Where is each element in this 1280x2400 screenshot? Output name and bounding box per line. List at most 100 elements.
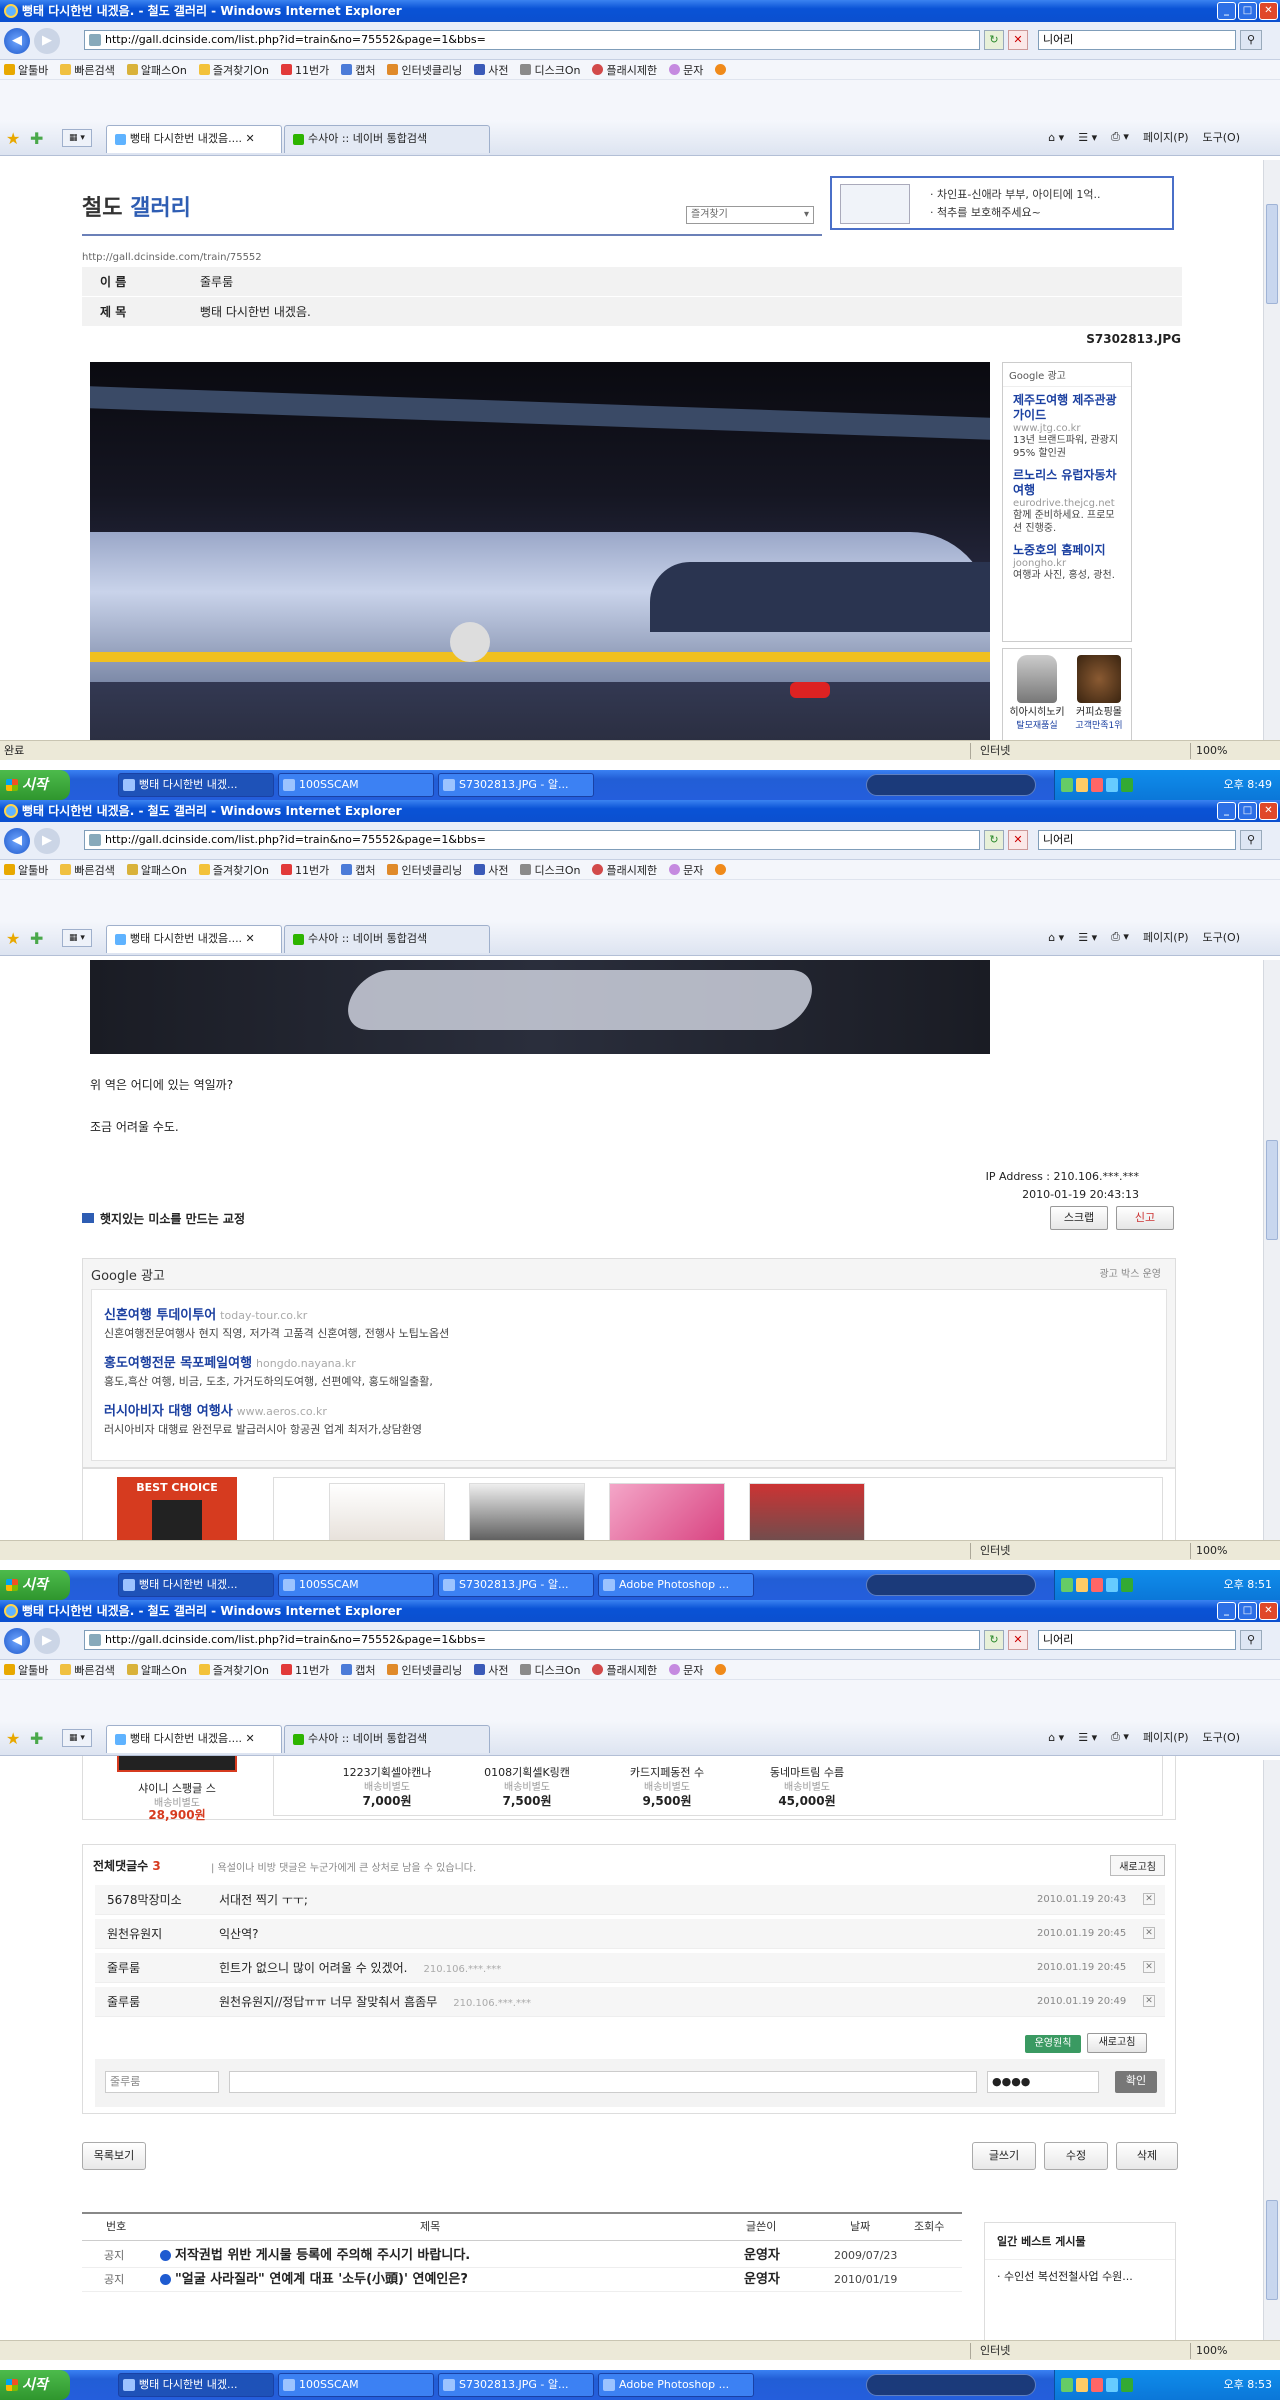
search-icon[interactable]: ⚲ bbox=[1240, 830, 1262, 850]
comment-submit-button[interactable]: 확인 bbox=[1115, 2071, 1157, 2093]
forward-icon[interactable]: ▶ bbox=[34, 1628, 60, 1654]
minimize-button[interactable]: _ bbox=[1217, 2, 1236, 20]
search-input[interactable]: 니어리 bbox=[1038, 830, 1236, 850]
side-ad[interactable]: 르노리스 유럽자동차여행 eurodrive.thejcg.net 함께 준비하세요… bbox=[1003, 462, 1131, 537]
google-ad[interactable]: 홍도여행전문 목포페일여행 hongdo.nayana.kr 홍도,흑산 여행, 비… bbox=[104, 1352, 433, 1389]
toolbar-item[interactable]: 문자 bbox=[669, 1662, 703, 1678]
maximize-button[interactable]: □ bbox=[1238, 2, 1257, 20]
toolbar-item[interactable]: 사전 bbox=[474, 62, 508, 78]
toolbar-item[interactable]: 11번가 bbox=[280, 1662, 329, 1678]
toolbar-item[interactable]: 11번가 bbox=[280, 62, 329, 78]
stop-icon[interactable]: ✕ bbox=[1008, 830, 1028, 850]
toolbar-item[interactable]: 알툴바 bbox=[4, 62, 48, 78]
refresh-icon[interactable]: ↻ bbox=[984, 830, 1004, 850]
toolbar-item[interactable]: 디스크On bbox=[520, 62, 580, 78]
comment-password-input[interactable]: ●●●● bbox=[987, 2071, 1099, 2093]
toolbar-item[interactable] bbox=[715, 1664, 727, 1675]
list-button[interactable]: 목록보기 bbox=[82, 2142, 146, 2170]
feeds-icon[interactable]: ☰ ▾ bbox=[1078, 131, 1097, 144]
url-input[interactable]: http://gall.dcinside.com/list.php?id=tra… bbox=[84, 30, 980, 50]
tools-menu[interactable]: 도구(O) bbox=[1203, 1729, 1240, 1745]
toolbar-item[interactable]: 플래시제한 bbox=[592, 62, 657, 78]
toolbar-item[interactable]: 인터넷클리닝 bbox=[387, 1662, 462, 1678]
toolbar-item[interactable]: 사전 bbox=[474, 862, 508, 878]
close-button[interactable]: ✕ bbox=[1259, 802, 1278, 820]
taskbar-button[interactable]: 뻥태 다시한번 내겠... bbox=[118, 773, 274, 797]
media-player-bar[interactable] bbox=[866, 2374, 1036, 2396]
toolbar-item[interactable]: 빠른검색 bbox=[60, 62, 115, 78]
taskbar-button[interactable]: Adobe Photoshop ... bbox=[598, 1573, 754, 1597]
tab-current[interactable]: 뻥태 다시한번 내겠음.... ✕ bbox=[106, 925, 282, 953]
scrap-button[interactable]: 스크랩 bbox=[1050, 1206, 1108, 1230]
toolbar-item[interactable]: 즐겨찾기On bbox=[198, 1662, 269, 1678]
toolbar-item[interactable]: 즐겨찾기On bbox=[198, 62, 269, 78]
vertical-scrollbar[interactable] bbox=[1263, 960, 1280, 1544]
add-favorite-icon[interactable]: ✚ bbox=[30, 929, 43, 948]
write-button[interactable]: 글쓰기 bbox=[972, 2142, 1036, 2170]
stop-icon[interactable]: ✕ bbox=[1008, 30, 1028, 50]
url-input[interactable]: http://gall.dcinside.com/list.php?id=tra… bbox=[84, 830, 980, 850]
toolbar-item[interactable]: 알툴바 bbox=[4, 1662, 48, 1678]
tab-current[interactable]: 뻥태 다시한번 내겠음.... ✕ bbox=[106, 125, 282, 153]
scrollbar-thumb[interactable] bbox=[1266, 204, 1278, 304]
minimize-button[interactable]: _ bbox=[1217, 1602, 1236, 1620]
taskbar-button[interactable]: S7302813.JPG - 알... bbox=[438, 773, 594, 797]
print-icon[interactable]: ⎙ ▾ bbox=[1111, 930, 1129, 944]
home-icon[interactable]: ⌂ ▾ bbox=[1048, 131, 1064, 144]
favorites-star-icon[interactable]: ★ bbox=[6, 929, 20, 948]
edit-button[interactable]: 수정 bbox=[1044, 2142, 1108, 2170]
promo-link[interactable]: 햇지있는 미소를 만드는 교정 bbox=[82, 1210, 245, 1227]
google-ad[interactable]: 러시아비자 대행 여행사 www.aeros.co.kr 러시아비자 대행료 완전무… bbox=[104, 1400, 422, 1437]
start-button[interactable]: 시작 bbox=[0, 2370, 70, 2400]
url-input[interactable]: http://gall.dcinside.com/list.php?id=tra… bbox=[84, 1630, 980, 1650]
stop-icon[interactable]: ✕ bbox=[1008, 1630, 1028, 1650]
toolbar-item[interactable]: 문자 bbox=[669, 862, 703, 878]
report-button[interactable]: 신고 bbox=[1116, 1206, 1174, 1230]
best-item[interactable]: · 수인선 복선전철사업 수원... bbox=[985, 2260, 1175, 2292]
tools-menu[interactable]: 도구(O) bbox=[1203, 929, 1240, 945]
comment-text-input[interactable] bbox=[229, 2071, 977, 2093]
toolbar-item[interactable] bbox=[715, 64, 727, 75]
start-button[interactable]: 시작 bbox=[0, 770, 70, 800]
google-ad[interactable]: 신혼여행 투데이투어 today-tour.co.kr 신혼여행전문여행사 현지 직… bbox=[104, 1304, 449, 1341]
favorites-select[interactable]: 즐겨찾기 ▾ bbox=[686, 206, 814, 224]
taskbar-button[interactable]: 뻥태 다시한번 내겠... bbox=[118, 1573, 274, 1597]
toolbar-item[interactable]: 문자 bbox=[669, 62, 703, 78]
page-menu[interactable]: 페이지(P) bbox=[1143, 929, 1189, 945]
back-icon[interactable]: ◀ bbox=[4, 828, 30, 854]
ad-line[interactable]: · 척추를 보호해주세요~ bbox=[930, 204, 1101, 222]
tab-current[interactable]: 뻥태 다시한번 내겠음.... ✕ bbox=[106, 1725, 282, 1753]
vertical-scrollbar[interactable] bbox=[1263, 1760, 1280, 2344]
toolbar-item[interactable]: 빠른검색 bbox=[60, 1662, 115, 1678]
add-favorite-icon[interactable]: ✚ bbox=[30, 129, 43, 148]
delete-button[interactable]: 삭제 bbox=[1116, 2142, 1178, 2170]
taskbar-button[interactable]: 100SSCAM bbox=[278, 2373, 434, 2397]
taskbar-button[interactable]: S7302813.JPG - 알... bbox=[438, 1573, 594, 1597]
minimize-button[interactable]: _ bbox=[1217, 802, 1236, 820]
top-ad-banner[interactable]: · 차인표-신애라 부부, 아이티에 1억.. · 척추를 보호해주세요~ bbox=[830, 176, 1174, 230]
toolbar-item[interactable]: 캡처 bbox=[341, 62, 375, 78]
close-button[interactable]: ✕ bbox=[1259, 1602, 1278, 1620]
delete-comment-icon[interactable]: ✕ bbox=[1143, 1893, 1155, 1905]
taskbar-button[interactable]: S7302813.JPG - 알... bbox=[438, 2373, 594, 2397]
toolbar-item[interactable]: 디스크On bbox=[520, 1662, 580, 1678]
search-icon[interactable]: ⚲ bbox=[1240, 30, 1262, 50]
delete-comment-icon[interactable]: ✕ bbox=[1143, 1927, 1155, 1939]
toolbar-item[interactable]: 알패스On bbox=[126, 1662, 187, 1678]
product-image[interactable] bbox=[609, 1483, 725, 1540]
product-image[interactable] bbox=[329, 1483, 445, 1540]
print-icon[interactable]: ⎙ ▾ bbox=[1111, 130, 1129, 144]
search-input[interactable]: 니어리 bbox=[1038, 30, 1236, 50]
feeds-icon[interactable]: ☰ ▾ bbox=[1078, 1731, 1097, 1744]
favorites-star-icon[interactable]: ★ bbox=[6, 129, 20, 148]
page-menu[interactable]: 페이지(P) bbox=[1143, 1729, 1189, 1745]
side-product[interactable]: 히아시히노키 탈모재품실 bbox=[1009, 655, 1065, 731]
page-menu[interactable]: 페이지(P) bbox=[1143, 129, 1189, 145]
side-ad[interactable]: 제주도여행 제주관광가이드 www.jtg.co.kr 13년 브랜드파워, 관광지… bbox=[1003, 387, 1131, 462]
table-row[interactable]: 공지 저작권법 위반 게시물 등록에 주의해 주시기 바랍니다. 운영자 2009/0… bbox=[82, 2244, 962, 2268]
search-input[interactable]: 니어리 bbox=[1038, 1630, 1236, 1650]
ad-line[interactable]: · 차인표-신애라 부부, 아이티에 1억.. bbox=[930, 186, 1101, 204]
media-player-bar[interactable] bbox=[866, 774, 1036, 796]
tools-menu[interactable]: 도구(O) bbox=[1203, 129, 1240, 145]
start-button[interactable]: 시작 bbox=[0, 1570, 70, 1600]
